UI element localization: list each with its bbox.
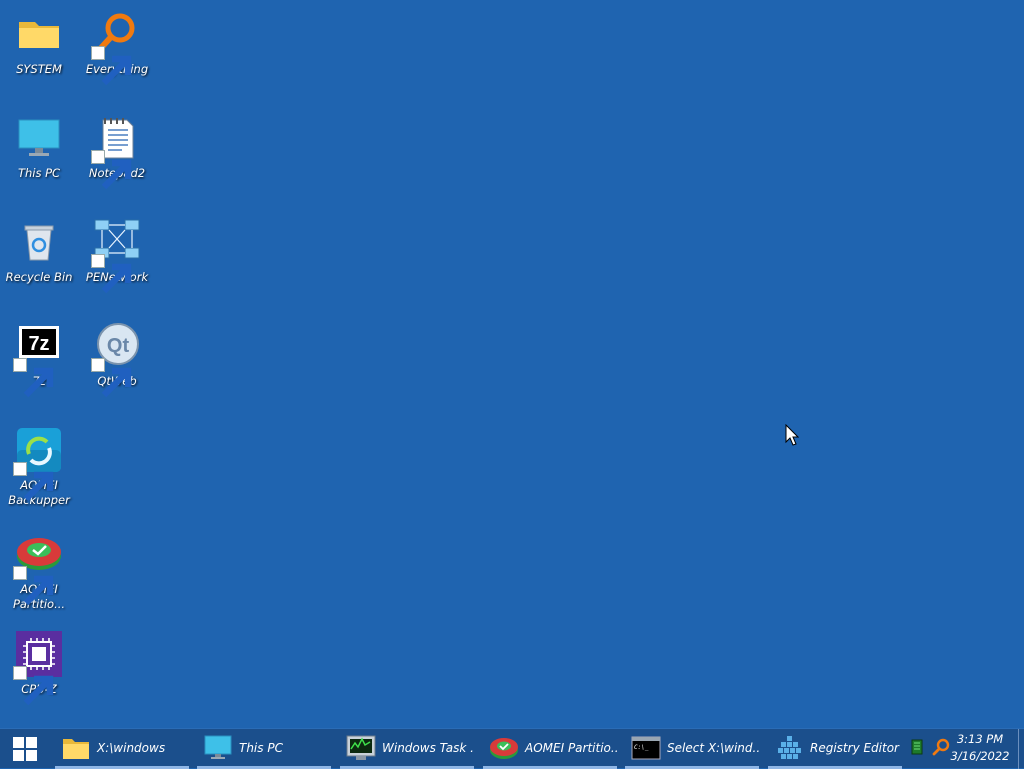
shortcut-arrow-icon [91,358,132,398]
tray-green-chip-icon[interactable] [910,739,924,759]
svg-text:C:\_: C:\_ [634,744,649,751]
monitor-icon [15,114,63,162]
desktop-icon-qtweb[interactable]: Qt QtWeb [80,322,154,398]
taskbar-item-registry-editor[interactable]: Registry Editor [768,729,902,769]
taskbar-item-label: X:\windows [97,740,166,755]
shortcut-arrow-icon [91,46,132,86]
monitor-icon [203,734,233,762]
shortcut-arrow-icon [91,254,132,294]
taskbar-item-aomei-partition[interactable]: AOMEI Partitio... [483,729,617,769]
folder-icon [61,734,91,762]
7z-icon: 7z [13,322,63,398]
desktop-icon-this-pc[interactable]: This PC [2,114,76,181]
taskbar: X:\windows This PC Windows Task ... AOME… [0,728,1024,769]
shortcut-arrow-icon [13,358,54,398]
taskbar-item-label: Registry Editor [810,740,899,755]
desktop-icon-everything[interactable]: Everything [80,10,154,86]
cpu-z-icon [13,630,63,706]
shortcut-arrow-icon [13,462,54,502]
taskbar-item-label: Select X:\wind... [667,740,759,755]
notepad-icon [91,114,141,190]
desktop-icon-cpu-z[interactable]: CPU-Z [2,630,76,706]
network-icon [91,218,141,294]
taskbar-item-task-manager[interactable]: Windows Task ... [340,729,474,769]
windows-logo-icon [13,737,37,761]
svg-text:7z: 7z [28,333,49,355]
desktop-icon-recycle-bin[interactable]: Recycle Bin [2,218,76,285]
qt-icon: Qt [91,322,141,398]
desktop-icon-system[interactable]: SYSTEM [2,10,76,77]
aomei-backupper-icon [13,426,63,502]
clock-date: 3/16/2022 [950,749,1010,763]
taskbar-item-command-prompt[interactable]: C:\_ Select X:\wind... [625,729,759,769]
taskbar-item-label: This PC [239,740,283,755]
desktop-icon-label: SYSTEM [16,62,62,76]
aomei-partition-icon [13,530,63,606]
registry-icon [774,734,804,762]
taskbar-item-label: AOMEI Partitio... [525,740,617,755]
shortcut-arrow-icon [13,666,54,706]
desktop[interactable]: SYSTEM Everything This PC Notepad2 Recyc… [0,0,1024,728]
taskbar-item-explorer-windows[interactable]: X:\windows [55,729,189,769]
task-manager-icon [346,734,376,762]
desktop-icon-label: This PC [17,166,61,180]
desktop-icon-penetwork[interactable]: PENetwork [80,218,154,294]
recycle-bin-icon [15,218,63,266]
show-desktop-button[interactable] [1018,729,1024,769]
cmd-icon: C:\_ [631,734,661,762]
start-button[interactable] [0,729,50,769]
taskbar-item-this-pc[interactable]: This PC [197,729,331,769]
shortcut-arrow-icon [13,566,54,606]
desktop-icon-aomei-partition[interactable]: AOMEI Partitio... [2,530,76,612]
svg-text:Qt: Qt [107,335,130,357]
taskbar-item-label: Windows Task ... [382,740,474,755]
magnifier-icon [91,10,141,86]
clock-time: 3:13 PM [956,732,1004,746]
desktop-icon-aomei-backupper[interactable]: AOMEI Backupper [2,426,76,508]
mouse-cursor-icon [785,424,799,446]
aomei-partition-icon [489,734,519,762]
taskbar-clock[interactable]: 3:13 PM 3/16/2022 [944,731,1016,765]
desktop-icon-notepad2[interactable]: Notepad2 [80,114,154,190]
desktop-icon-7z[interactable]: 7z 7z [2,322,76,398]
folder-icon [15,10,63,58]
shortcut-arrow-icon [91,150,132,190]
desktop-icon-label: Recycle Bin [5,270,73,284]
